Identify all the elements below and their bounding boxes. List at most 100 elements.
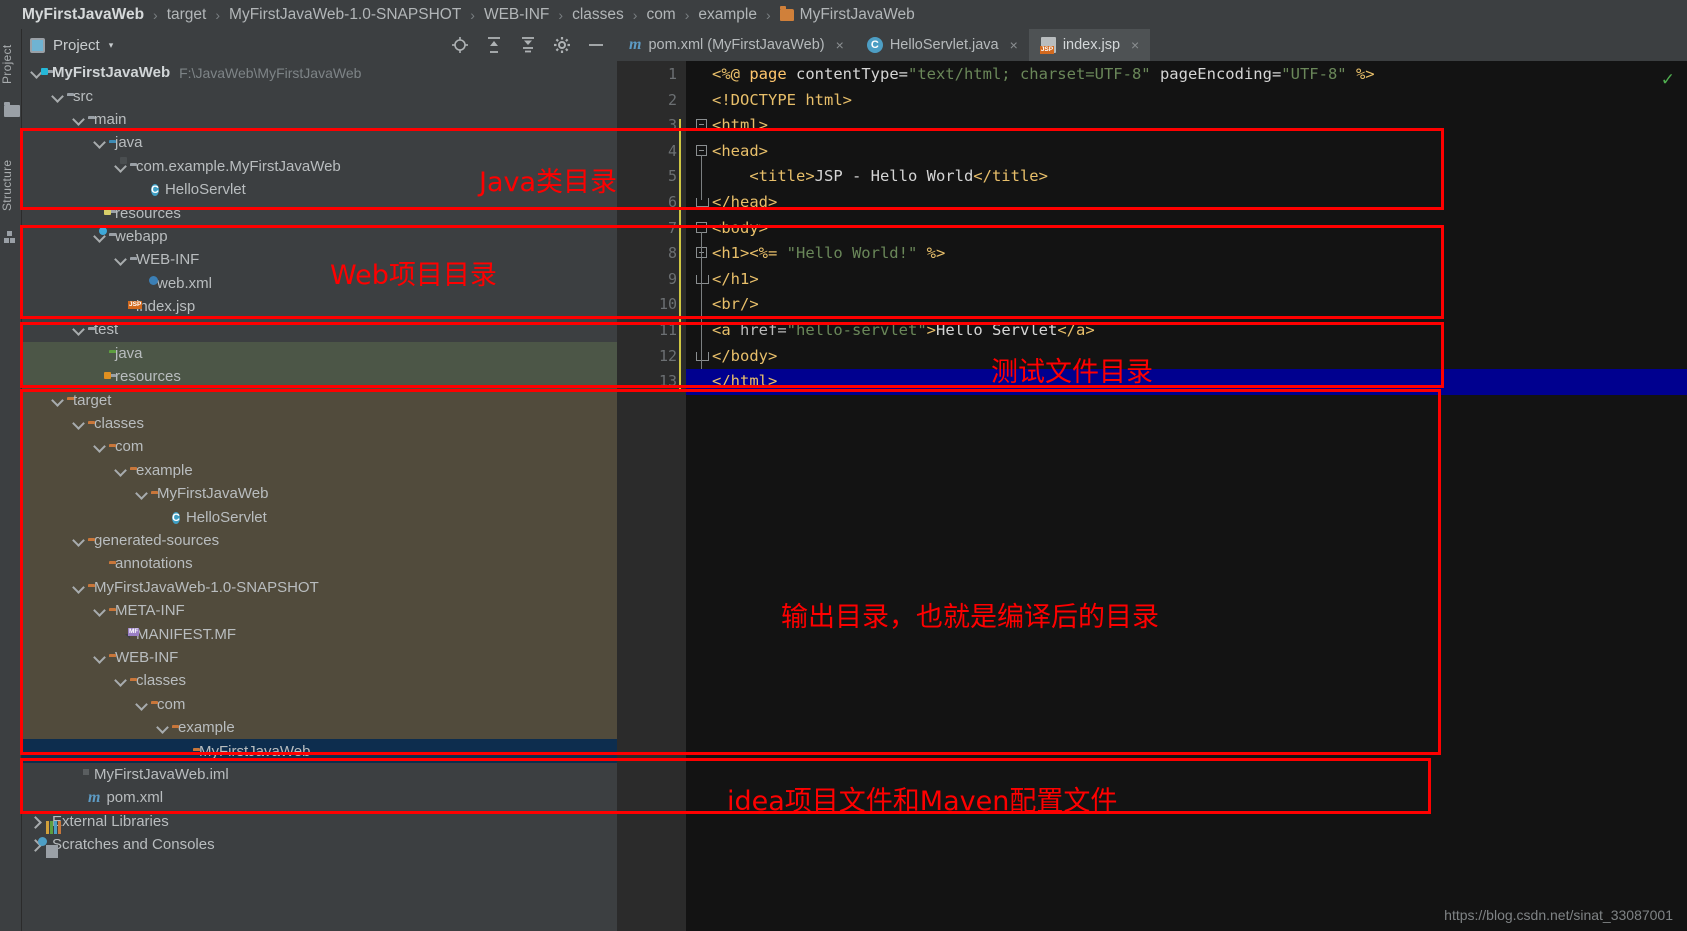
chevron-down-icon[interactable] [93, 136, 106, 149]
tree-row[interactable]: MF MANIFEST.MF [22, 622, 617, 646]
code-line[interactable]: <title>JSP - Hello World</title> [686, 164, 1048, 190]
chevron-down-icon[interactable] [72, 323, 85, 336]
code-line[interactable]: </h1> [686, 267, 759, 293]
code-line[interactable]: <html> [686, 113, 768, 139]
chevron-down-icon[interactable] [156, 721, 169, 734]
tree-row[interactable]: example [22, 458, 617, 483]
code-line-text: </body> [712, 346, 778, 365]
project-panel-title[interactable]: Project [53, 37, 100, 54]
tree-row[interactable]: example [22, 715, 617, 740]
tree-row[interactable]: MyFirstJavaWeb F:\JavaWeb\MyFirstJavaWeb [22, 61, 617, 84]
chevron-down-icon[interactable] [114, 674, 127, 687]
breadcrumb-item-5[interactable]: com [646, 6, 675, 24]
chevron-down-icon[interactable]: ▾ [109, 40, 114, 51]
tree-row[interactable]: MyFirstJavaWeb [22, 739, 617, 763]
code-line[interactable]: <br/> [686, 292, 759, 318]
tree-row-label: MyFirstJavaWeb-1.0-SNAPSHOT [94, 578, 319, 596]
breadcrumb-item-0[interactable]: MyFirstJavaWeb [22, 6, 144, 24]
breadcrumb-item-label: com [646, 5, 676, 23]
tree-row[interactable]: annotations [22, 552, 617, 576]
tree-row[interactable]: com [22, 692, 617, 716]
code-line[interactable]: </html> [686, 369, 777, 395]
tree-row-label: generated-sources [94, 532, 220, 549]
chevron-down-icon[interactable] [135, 487, 148, 500]
breadcrumb-item-3[interactable]: WEB-INF [484, 6, 549, 24]
code-line[interactable]: <a href="hello-servlet">Hello Servlet</a… [686, 318, 1095, 344]
code-line[interactable]: </head> [686, 190, 777, 216]
code-line-text: </h1> [712, 269, 759, 288]
tree-row[interactable]: java [22, 131, 617, 154]
chevron-down-icon[interactable] [93, 440, 106, 453]
tree-row[interactable]: webapp [22, 225, 617, 248]
tool-tab-project[interactable]: Project [0, 33, 22, 95]
breadcrumb-item-2[interactable]: MyFirstJavaWeb-1.0-SNAPSHOT [229, 6, 461, 24]
tree-row[interactable]: resources [22, 365, 617, 389]
chevron-down-icon[interactable] [72, 113, 85, 126]
code-line-text: </html> [712, 372, 778, 391]
tree-row[interactable]: com [22, 435, 617, 459]
close-icon[interactable]: × [836, 37, 844, 53]
annotation-label-java-dir: Java类目录 [479, 167, 618, 198]
editor-tab-1[interactable]: C HelloServlet.java × [855, 29, 1029, 61]
inspection-ok-icon[interactable]: ✓ [1661, 70, 1675, 90]
tree-row[interactable]: main [22, 108, 617, 131]
code-line-text: <html> [712, 116, 768, 135]
tree-row[interactable]: JSP index.jsp [22, 295, 617, 318]
chevron-down-icon[interactable] [135, 698, 148, 711]
tree-row[interactable]: resources [22, 201, 617, 224]
chevron-down-icon[interactable] [93, 604, 106, 617]
editor-tab-0[interactable]: m pom.xml (MyFirstJavaWeb) × [617, 29, 855, 61]
tree-row[interactable]: target [22, 388, 617, 412]
chevron-right-icon[interactable] [30, 815, 43, 828]
tree-row-label: MyFirstJavaWeb [199, 742, 311, 760]
tree-row[interactable]: classes [22, 669, 617, 693]
tree-row[interactable]: C HelloServlet [22, 505, 617, 529]
locate-icon[interactable] [451, 36, 469, 54]
breadcrumb-item-7[interactable]: MyFirstJavaWeb [779, 5, 915, 24]
tree-row[interactable]: MyFirstJavaWeb.iml [22, 763, 617, 786]
code-line[interactable]: </body> [686, 344, 777, 370]
tree-row[interactable]: generated-sources [22, 528, 617, 553]
chevron-down-icon[interactable] [72, 534, 85, 547]
tree-row-label: HelloServlet [185, 508, 267, 526]
tree-row[interactable]: m pom.xml [22, 786, 617, 809]
code-line[interactable]: <body> [686, 216, 768, 242]
code-line[interactable]: <h1><%= "Hello World!" %> [686, 241, 945, 267]
tree-row-label: classes [136, 672, 187, 690]
tree-row-label: HelloServlet [164, 181, 246, 199]
breadcrumb-item-1[interactable]: target [167, 6, 207, 24]
tree-row[interactable]: classes [22, 411, 617, 436]
code-line[interactable]: <head> [686, 139, 768, 165]
tree-row[interactable]: Scratches and Consoles [22, 833, 617, 858]
close-icon[interactable]: × [1131, 37, 1139, 53]
collapse-all-icon[interactable] [519, 36, 537, 54]
tree-row[interactable]: MyFirstJavaWeb-1.0-SNAPSHOT [22, 575, 617, 599]
chevron-down-icon[interactable] [93, 651, 106, 664]
breadcrumb-item-6[interactable]: example [698, 6, 757, 24]
chevron-down-icon[interactable] [51, 394, 64, 407]
chevron-down-icon[interactable] [114, 253, 127, 266]
hide-panel-icon[interactable] [587, 36, 605, 54]
tree-row[interactable]: MyFirstJavaWeb [22, 482, 617, 506]
close-icon[interactable]: × [1010, 37, 1018, 53]
chevron-down-icon[interactable] [51, 90, 64, 103]
tree-row[interactable]: java [22, 341, 617, 366]
tree-row[interactable]: WEB-INF [22, 645, 617, 670]
tree-row[interactable]: web.xml [22, 272, 617, 295]
code-line[interactable]: <!DOCTYPE html> [686, 88, 852, 114]
line-number: 5 [667, 167, 677, 186]
tree-row[interactable]: META-INF [22, 598, 617, 623]
chevron-down-icon[interactable] [114, 464, 127, 477]
tree-row[interactable]: WEB-INF [22, 248, 617, 271]
code-line[interactable]: <%@ page contentType="text/html; charset… [686, 62, 1375, 88]
tool-tab-structure[interactable]: Structure [0, 147, 22, 223]
tree-row[interactable]: src [22, 84, 617, 107]
breadcrumb-item-4[interactable]: classes [572, 6, 624, 24]
tree-row[interactable]: External Libraries [22, 810, 617, 835]
editor-tab-2[interactable]: index.jsp × [1028, 29, 1151, 61]
gear-icon[interactable] [553, 36, 571, 54]
expand-all-icon[interactable] [485, 36, 503, 54]
tree-row[interactable]: test [22, 318, 617, 341]
chevron-down-icon[interactable] [72, 417, 85, 430]
chevron-down-icon[interactable] [72, 581, 85, 594]
